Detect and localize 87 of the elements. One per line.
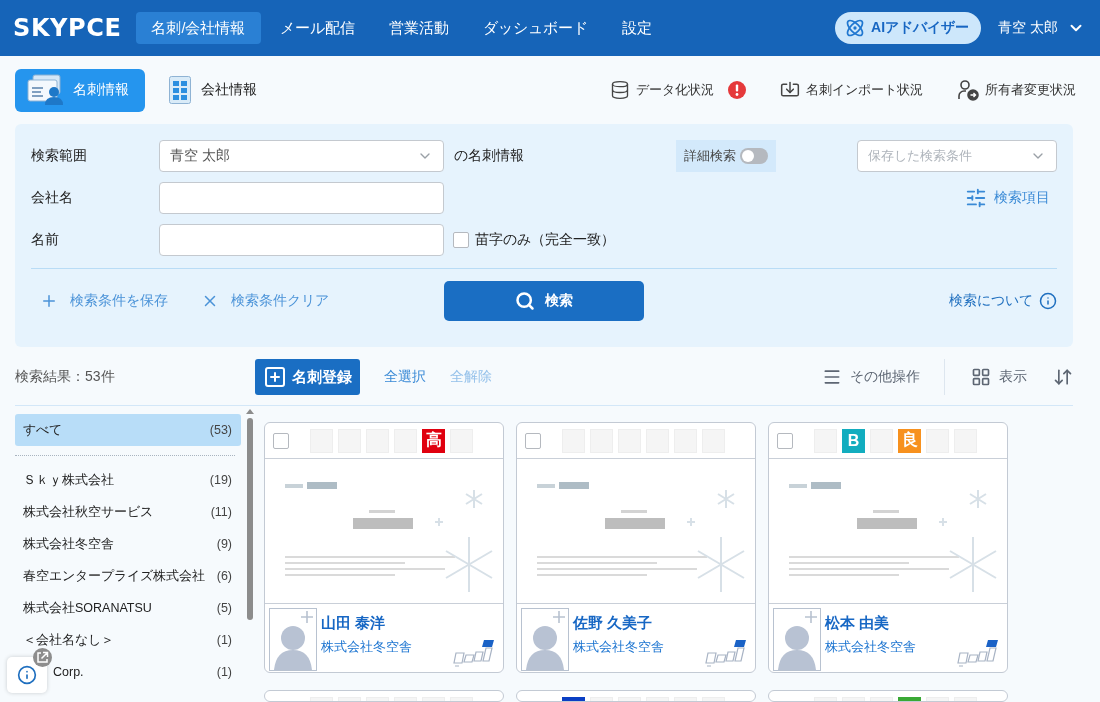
avatar-icon[interactable] [773, 608, 821, 671]
item-count: (9) [216, 537, 232, 551]
service-logo-icon [705, 639, 747, 667]
ai-advisor-button[interactable]: AIアドバイザー [835, 12, 982, 44]
nav-tab[interactable]: 営業活動 [373, 12, 464, 44]
status-link[interactable]: 名刺インポート状況 [780, 80, 923, 100]
grid-icon [971, 367, 991, 387]
sidebar-item[interactable]: 春空エンタープライズ株式会社 (6) [15, 560, 241, 592]
avatar-icon[interactable] [521, 608, 569, 671]
scope-suffix-label: の名刺情報 [454, 147, 524, 165]
card-tag: 良 [898, 428, 921, 453]
item-count: (5) [216, 601, 232, 615]
external-link-icon[interactable] [33, 648, 52, 667]
item-count: (53) [209, 423, 232, 437]
sliders-icon [965, 187, 987, 209]
item-count: (6) [216, 569, 232, 583]
service-logo-icon [453, 639, 495, 667]
checkbox-label: 苗字のみ（完全一致） [475, 231, 615, 249]
status-link[interactable]: 所有者変更状況 [957, 79, 1076, 101]
logo[interactable]: SKYPCE [13, 14, 122, 42]
info-icon [1039, 292, 1057, 310]
nav-tab[interactable]: ダッシュボード [467, 12, 603, 44]
sidebar-item[interactable]: 株式会社SORANATSU (5) [15, 592, 241, 624]
sidebar-item[interactable]: すべて (53) [15, 414, 241, 446]
item-count: (1) [216, 665, 232, 679]
search-button[interactable]: 検索 [444, 281, 644, 321]
info-icon [17, 665, 37, 685]
scroll-up-icon[interactable] [246, 409, 254, 414]
more-actions-button[interactable]: その他操作 [822, 367, 920, 387]
name-field[interactable] [159, 224, 444, 256]
service-logo-icon [957, 639, 999, 667]
view-tab[interactable]: 名刺情報 [15, 68, 145, 112]
status-link[interactable]: データ化状況 [610, 80, 746, 100]
search-help-link[interactable]: 検索について [949, 292, 1057, 310]
company-name-field[interactable] [159, 182, 444, 214]
item-count: (19) [209, 473, 232, 487]
search-scope-select[interactable]: 青空 太郎 [159, 140, 444, 172]
info-widget[interactable] [7, 657, 47, 693]
atom-icon [845, 18, 866, 38]
sidebar-item[interactable]: ＜会社名なし＞ (1) [15, 624, 241, 656]
detail-search-toggle[interactable]: 詳細検索 [676, 140, 776, 172]
contact-name[interactable]: 山田 泰洋 [321, 614, 386, 633]
nav-tab[interactable]: 名刺/会社情報 [136, 12, 261, 44]
owner-change-icon [957, 79, 979, 101]
card-tag: 高 [422, 428, 445, 453]
menu-icon [822, 367, 842, 387]
company-name[interactable]: 株式会社冬空舎 [825, 638, 916, 656]
sort-icon[interactable] [1053, 367, 1073, 387]
toggle-switch[interactable] [740, 148, 768, 164]
company-grid-icon [169, 76, 191, 104]
checkbox[interactable] [273, 432, 289, 449]
checkbox[interactable] [525, 432, 541, 449]
view-tab[interactable]: 会社情報 [157, 68, 273, 112]
nav-tab[interactable]: 設定 [606, 12, 667, 44]
scrollbar-thumb[interactable] [247, 418, 253, 620]
sidebar-item[interactable]: Corp. (1) [53, 656, 241, 688]
search-fields-link[interactable]: 検索項目 [965, 187, 1050, 209]
save-conditions-link[interactable]: 検索条件を保存 [40, 292, 168, 310]
select-all-link[interactable]: 全選択 [384, 368, 426, 386]
nav-tab[interactable]: メール配信 [264, 12, 370, 44]
item-count: (1) [216, 633, 232, 647]
field-label: 名前 [31, 231, 60, 249]
plus-square-icon [263, 365, 287, 389]
result-count: 検索結果：53件 [15, 368, 116, 386]
sidebar-item[interactable]: 株式会社秋空サービス (11) [15, 496, 241, 528]
company-name[interactable]: 株式会社冬空舎 [321, 638, 412, 656]
checkbox[interactable] [453, 232, 469, 248]
contact-name[interactable]: 松本 由美 [825, 614, 890, 633]
view-button[interactable]: 表示 [971, 367, 1027, 387]
company-name[interactable]: 株式会社冬空舎 [573, 638, 664, 656]
contact-name[interactable]: 佐野 久美子 [573, 614, 653, 633]
card-tag: B [842, 428, 865, 453]
clear-conditions-link[interactable]: 検索条件クリア [201, 292, 329, 310]
user-menu[interactable]: 青空 太郎 [998, 19, 1085, 37]
plus-icon [40, 292, 58, 310]
checkbox[interactable] [777, 432, 793, 449]
database-icon [610, 80, 630, 100]
field-label: 検索範囲 [31, 147, 88, 165]
item-count: (11) [210, 505, 232, 519]
search-icon [515, 291, 535, 311]
field-label: 会社名 [31, 189, 74, 207]
sidebar-item[interactable]: 株式会社冬空舎 (9) [15, 528, 241, 560]
import-icon [780, 80, 800, 100]
avatar-icon[interactable] [269, 608, 317, 671]
sidebar-item[interactable]: Ｓｋｙ株式会社 (19) [15, 464, 241, 496]
register-card-button[interactable]: 名刺登録 [255, 359, 360, 395]
business-cards-icon [27, 74, 63, 106]
